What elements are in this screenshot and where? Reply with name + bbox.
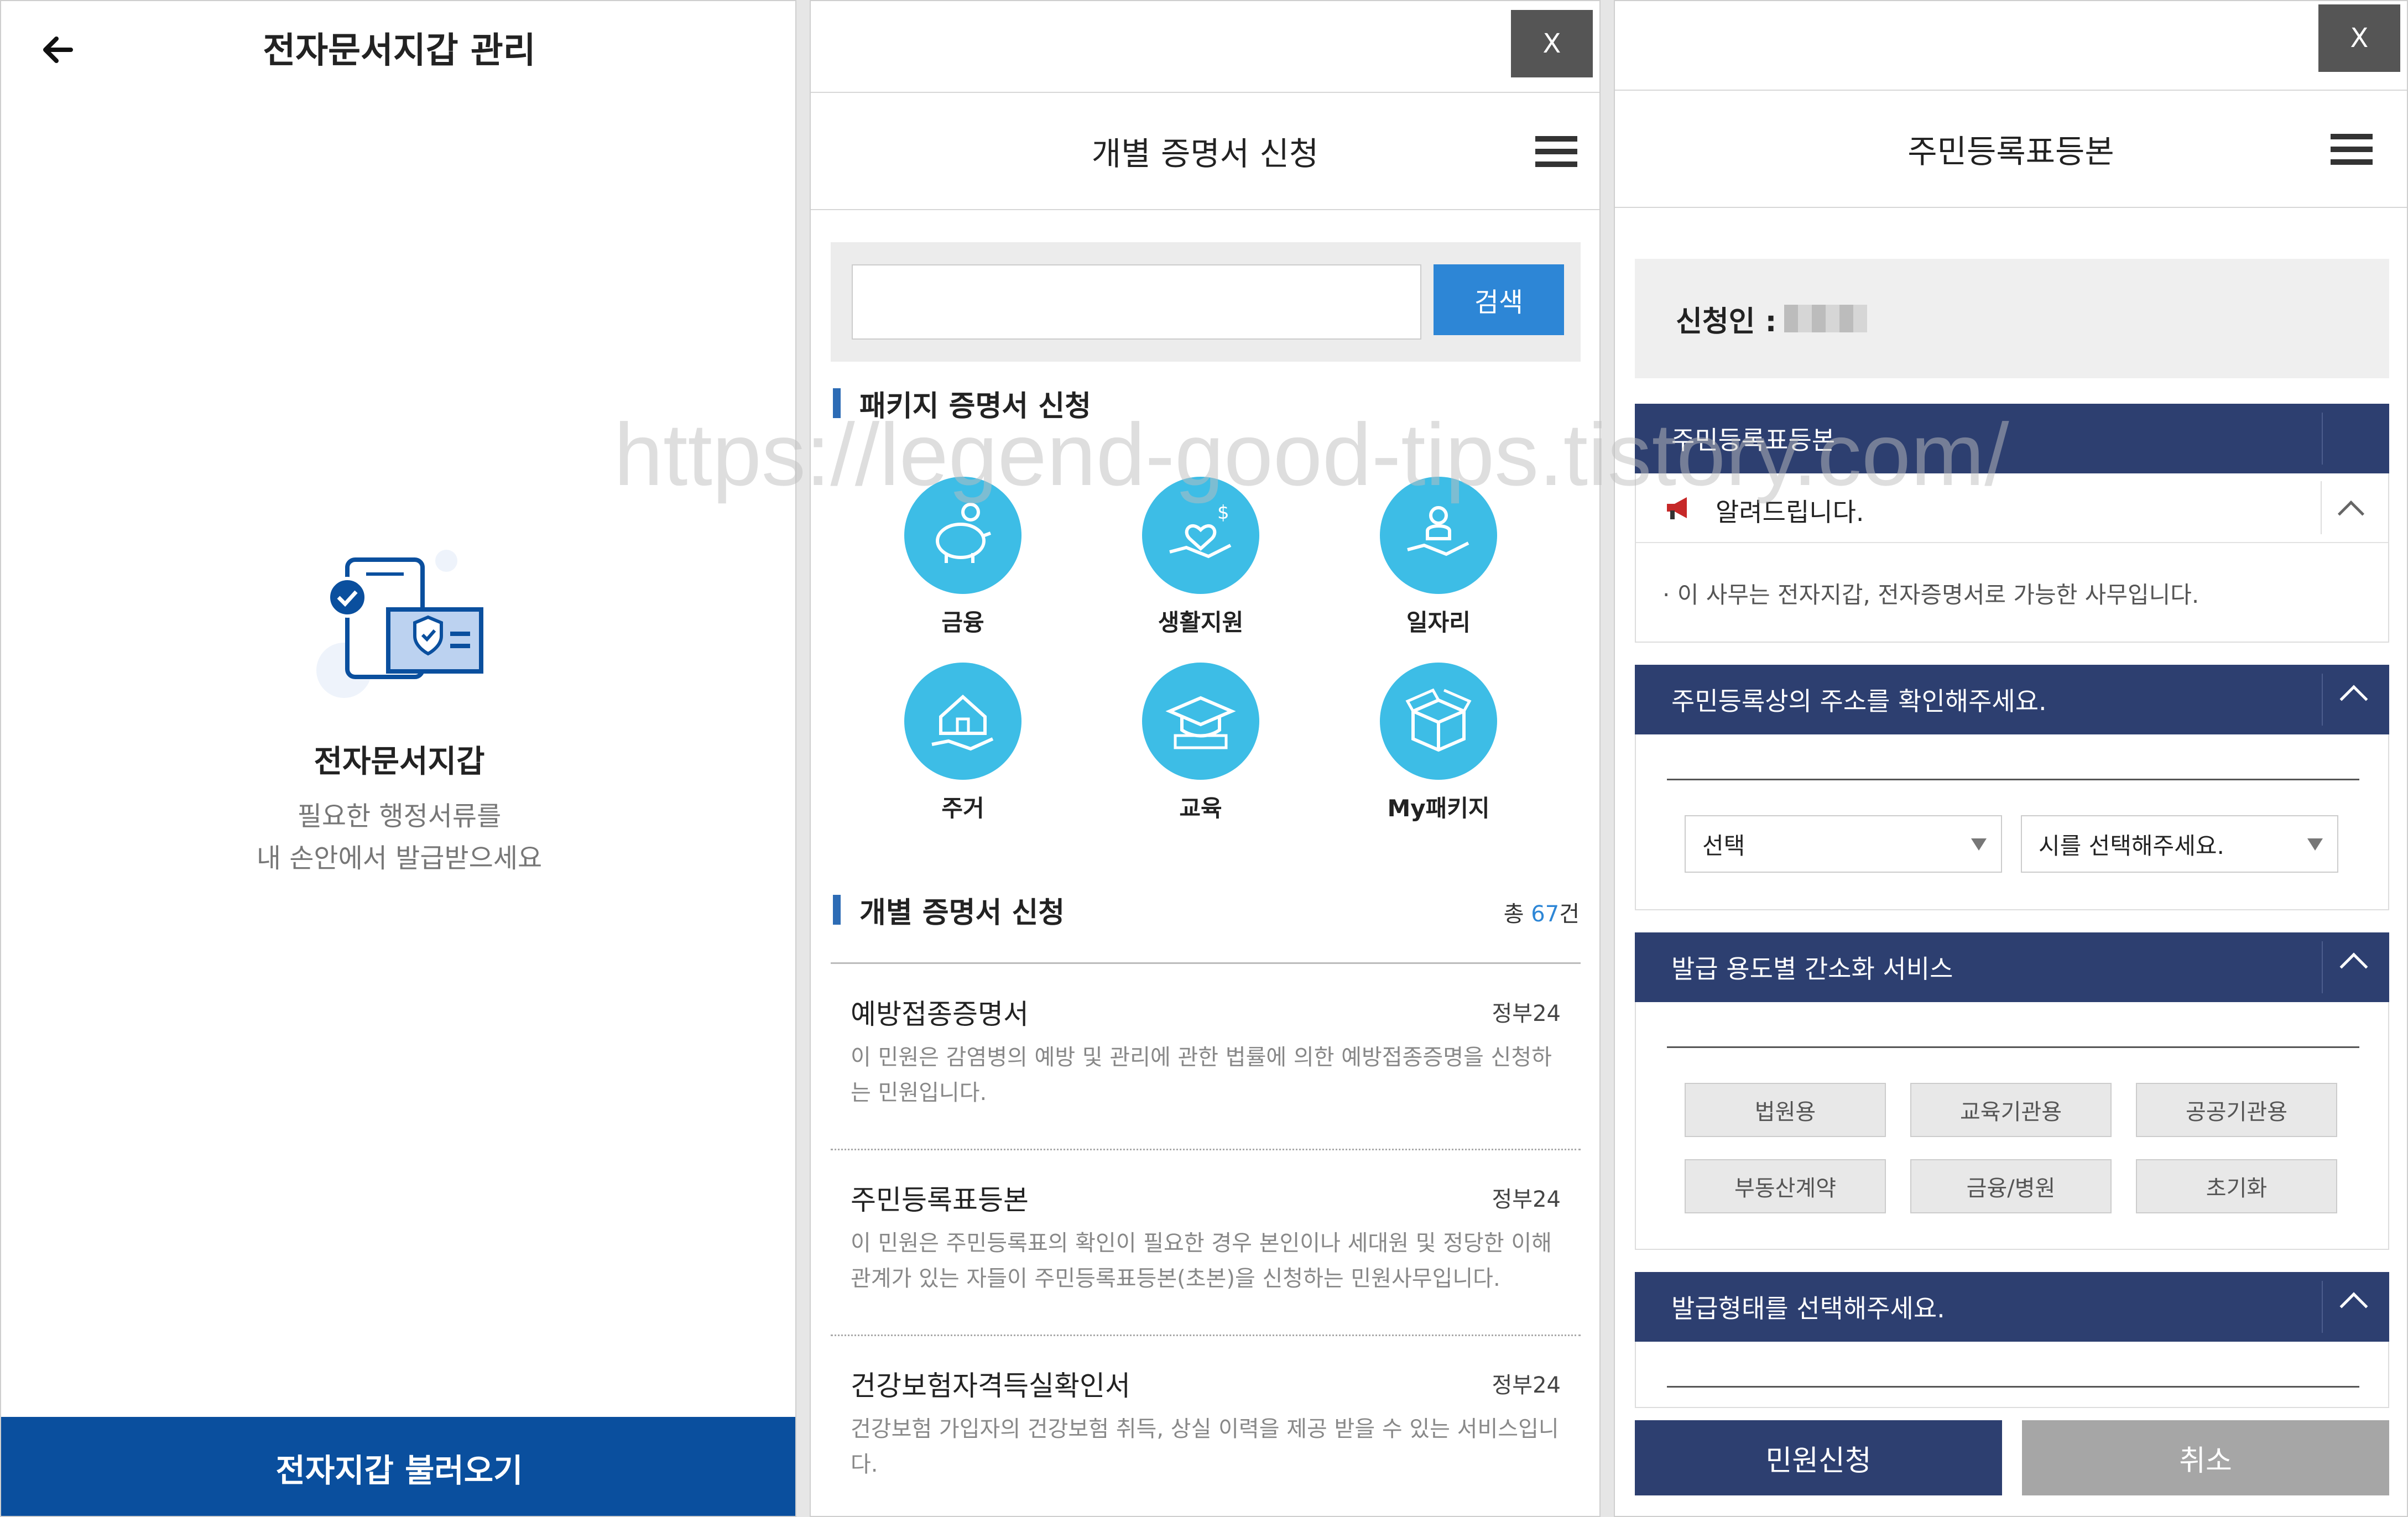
item-description: 이 민원은 감염병의 예방 및 관리에 관한 법률에 의한 예방접종증명을 신청… xyxy=(851,1045,1552,1106)
purpose-body: 법원용 교육기관용 공공기관용 부동산계약 금융/병원 초기화 xyxy=(1635,1002,2389,1250)
purpose-public-button[interactable]: 공공기관용 xyxy=(2136,1083,2337,1137)
item-title: 예방접종증명서 xyxy=(851,998,1029,1030)
search-area: 검색 xyxy=(831,242,1581,362)
chevron-up-icon[interactable] xyxy=(2339,952,2368,981)
accordion-address[interactable]: 주민등록상의 주소를 확인해주세요. xyxy=(1635,665,2389,734)
page-title: 주민등록표등본 xyxy=(1907,133,2114,170)
category-my-package[interactable]: My패키지 xyxy=(1369,663,1508,823)
item-title: 주민등록표등본 xyxy=(851,1184,1029,1216)
address-body: 선택 시를 선택해주세요. xyxy=(1635,734,2389,910)
select-value: 시를 선택해주세요. xyxy=(2039,832,2224,859)
purpose-real-estate-button[interactable]: 부동산계약 xyxy=(1685,1159,1886,1213)
applicant-label: 신청인 : xyxy=(1676,305,1777,338)
category-housing[interactable]: 주거 xyxy=(894,663,1032,823)
resident-registration-panel: X 주민등록표등본 신청인 : 주민등록표등본 알려드립니다. · 이 사무는 … xyxy=(1614,0,2408,1517)
city-select[interactable]: 시를 선택해주세요. xyxy=(2021,815,2338,873)
cancel-button[interactable]: 취소 xyxy=(2022,1420,2389,1495)
chevron-up-icon[interactable] xyxy=(2339,685,2368,713)
issue-type-body xyxy=(1635,1342,2389,1408)
page-title: 개별 증명서 신청 xyxy=(1091,135,1319,173)
category-label: My패키지 xyxy=(1387,795,1490,822)
wallet-management-panel: 전자문서지갑 관리 전자문서지갑 필요한 행정서류를 내 손안에서 발급받으세요… xyxy=(0,0,796,1517)
total-count-number: 67 xyxy=(1531,901,1560,927)
chevron-up-icon[interactable] xyxy=(2339,1292,2368,1321)
hamburger-menu-icon[interactable] xyxy=(1535,136,1577,169)
open-box-icon xyxy=(1380,663,1497,780)
accordion-title: 주민등록상의 주소를 확인해주세요. xyxy=(1671,686,2047,716)
wallet-description-line2: 내 손안에서 발급받으세요 xyxy=(256,843,543,874)
panel-header: 개별 증명서 신청 xyxy=(811,92,1599,210)
search-button[interactable]: 검색 xyxy=(1434,264,1564,335)
item-org: 정부24 xyxy=(1492,1001,1561,1026)
province-select[interactable]: 선택 xyxy=(1685,815,2002,873)
page-title: 전자문서지갑 관리 xyxy=(263,30,536,71)
item-description: 이 민원은 주민등록표의 확인이 필요한 경우 본인이나 세대원 및 정당한 이… xyxy=(851,1231,1552,1291)
total-count: 총 67건 xyxy=(1503,901,1580,927)
house-hand-icon xyxy=(904,663,1021,780)
search-input[interactable] xyxy=(852,264,1421,340)
category-label: 교육 xyxy=(1179,795,1222,822)
reset-button[interactable]: 초기화 xyxy=(2136,1159,2337,1213)
category-education[interactable]: 교육 xyxy=(1132,663,1270,823)
list-divider xyxy=(831,962,1581,964)
hamburger-menu-icon[interactable] xyxy=(2331,134,2373,167)
category-label: 주거 xyxy=(941,795,984,822)
list-item[interactable]: 건강보험자격득실확인서 정부24 건강보험 가입자의 건강보험 취득, 상실 이… xyxy=(831,1336,1581,1516)
purpose-court-button[interactable]: 법원용 xyxy=(1685,1083,1886,1137)
dropdown-arrow-icon xyxy=(1971,838,1987,851)
submit-application-button[interactable]: 민원신청 xyxy=(1635,1420,2002,1495)
item-description: 건강보험 가입자의 건강보험 취득, 상실 이력을 제공 받을 수 있는 서비스… xyxy=(851,1416,1559,1477)
applicant-name-blurred xyxy=(1784,305,1868,332)
graduation-cap-icon xyxy=(1142,663,1259,780)
accordion-title: 발급 용도별 간소화 서비스 xyxy=(1671,954,1953,984)
list-item[interactable]: 예방접종증명서 정부24 이 민원은 감염병의 예방 및 관리에 관한 법률에 … xyxy=(831,965,1581,1150)
notice-text: · 이 사무는 전자지갑, 전자증명서로 가능한 사무입니다. xyxy=(1662,581,2199,608)
close-button[interactable]: X xyxy=(2318,4,2400,72)
category-label: 일자리 xyxy=(1406,609,1471,636)
accordion-issue-type[interactable]: 발급형태를 선택해주세요. xyxy=(1635,1272,2389,1342)
category-label: 생활지원 xyxy=(1158,609,1244,636)
individual-certificate-panel: X 개별 증명서 신청 검색 패키지 증명서 신청 금융 $ 생활지원 일자리 … xyxy=(810,0,1601,1517)
watermark: https://legend-good-tips.tistory.com/ xyxy=(614,405,2009,504)
wallet-heading: 전자문서지갑 xyxy=(314,744,485,780)
applicant-box: 신청인 : xyxy=(1635,259,2389,378)
load-wallet-button[interactable]: 전자지갑 불러오기 xyxy=(1,1417,795,1516)
select-value: 선택 xyxy=(1702,832,1745,859)
purpose-education-button[interactable]: 교육기관용 xyxy=(1910,1083,2112,1137)
category-label: 금융 xyxy=(941,609,984,636)
chevron-up-icon[interactable] xyxy=(2337,500,2365,528)
item-title: 건강보험자격득실확인서 xyxy=(851,1370,1130,1402)
item-org: 정부24 xyxy=(1492,1187,1561,1212)
purpose-finance-button[interactable]: 금융/병원 xyxy=(1910,1159,2112,1213)
list-item[interactable]: 주민등록표등본 정부24 이 민원은 주민등록표의 확인이 필요한 경우 본인이… xyxy=(831,1150,1581,1336)
close-button[interactable]: X xyxy=(1511,10,1593,77)
item-org: 정부24 xyxy=(1492,1373,1561,1398)
individual-section-title: 개별 증명서 신청 xyxy=(833,889,1065,931)
accordion-purpose[interactable]: 발급 용도별 간소화 서비스 xyxy=(1635,932,2389,1002)
dropdown-arrow-icon xyxy=(2307,838,2323,851)
panel-header: 주민등록표등본 xyxy=(1615,90,2407,208)
wallet-illustration-icon xyxy=(311,532,499,698)
wallet-description-line1: 필요한 행정서류를 xyxy=(297,801,502,832)
accordion-title: 발급형태를 선택해주세요. xyxy=(1671,1294,1945,1323)
